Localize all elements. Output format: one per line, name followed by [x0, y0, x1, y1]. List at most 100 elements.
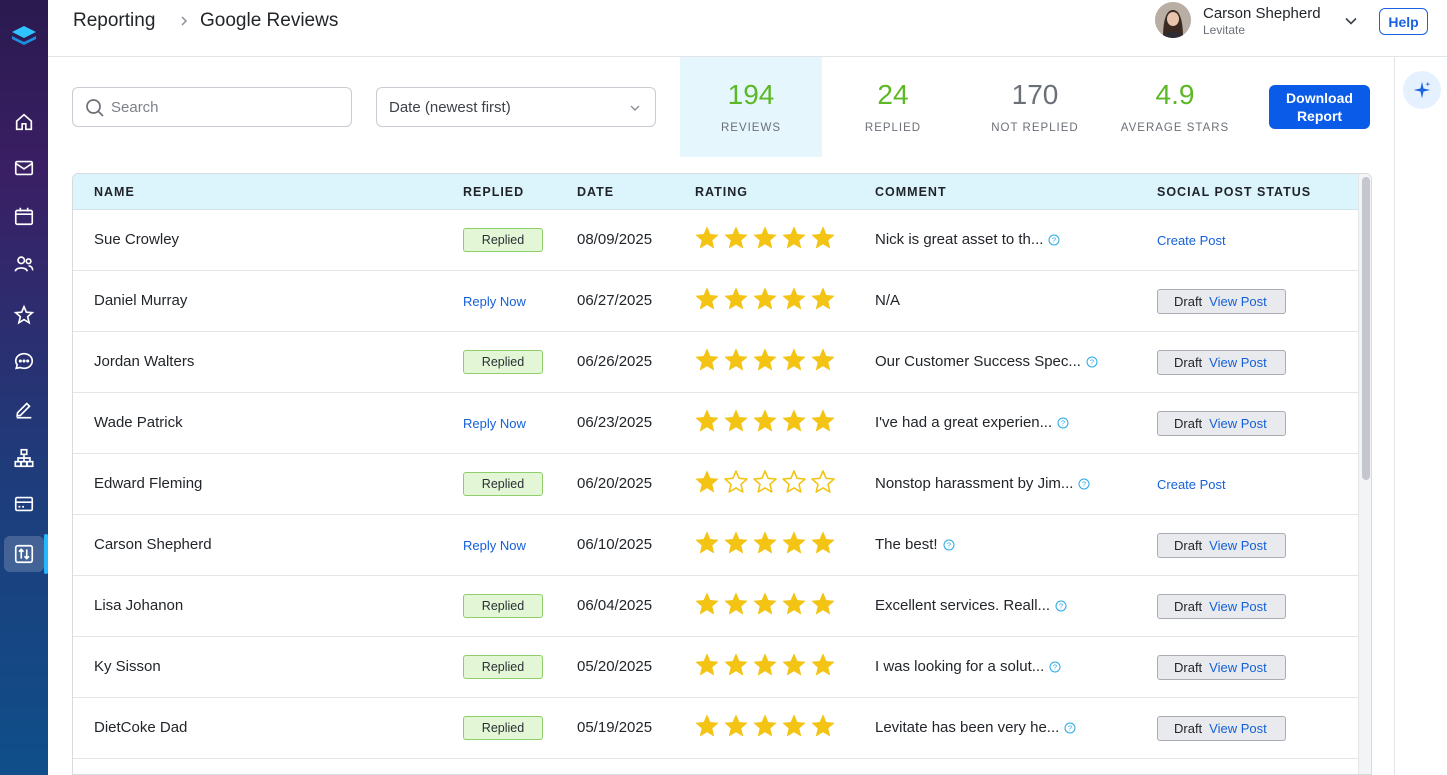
table-row[interactable]: Lisa Johanon Replied 06/04/2025 Excellent s… — [73, 576, 1358, 637]
breadcrumb-reporting[interactable]: Reporting — [73, 10, 155, 32]
avatar[interactable] — [1155, 2, 1191, 38]
reviewer-name: Jordan Walters — [94, 353, 195, 370]
star-empty-icon — [724, 470, 748, 493]
star-filled-icon — [724, 531, 748, 554]
sidebar-item-reviews[interactable] — [4, 297, 44, 333]
column-header-comment[interactable]: COMMENT — [875, 185, 947, 199]
star-filled-icon — [782, 714, 806, 737]
info-question-icon[interactable]: ? — [1064, 722, 1076, 734]
table-row[interactable]: Ky Sisson Replied 05/20/2025 I was looking … — [73, 637, 1358, 698]
reporting-icon — [14, 544, 34, 564]
info-question-icon[interactable]: ? — [1086, 356, 1098, 368]
reply-now-link[interactable]: Reply Now — [463, 416, 526, 431]
ai-assistant-button[interactable] — [1403, 71, 1441, 109]
comment-cell: Levitate has been very he...? — [875, 719, 1076, 736]
sidebar-item-reporting[interactable] — [4, 536, 44, 572]
search-input[interactable] — [111, 88, 341, 126]
info-question-icon[interactable]: ? — [1048, 234, 1060, 246]
sidebar-item-home[interactable] — [4, 104, 44, 140]
table-row[interactable]: Jordan Walters Replied 06/26/2025 Our Custo… — [73, 332, 1358, 393]
sidebar-item-mail[interactable] — [4, 150, 44, 186]
view-post-link[interactable]: View Post — [1209, 294, 1267, 309]
sidebar-item-compose[interactable] — [4, 391, 44, 427]
sort-select[interactable]: Date (newest first) — [376, 87, 656, 127]
reply-now-link[interactable]: Reply Now — [463, 538, 526, 553]
comment-cell: I was looking for a solut...? — [875, 658, 1061, 675]
sidebar-item-contacts[interactable] — [4, 246, 44, 282]
create-post-link[interactable]: Create Post — [1157, 233, 1226, 248]
info-question-icon[interactable]: ? — [1078, 478, 1090, 490]
scrollbar-thumb[interactable] — [1362, 177, 1370, 480]
svg-text:?: ? — [1059, 601, 1063, 610]
chevron-down-icon[interactable] — [1344, 14, 1358, 28]
sidebar — [0, 0, 48, 775]
sidebar-item-billing[interactable] — [4, 486, 44, 522]
star-filled-icon — [724, 348, 748, 371]
levitate-logo-icon[interactable] — [8, 20, 40, 52]
view-post-link[interactable]: View Post — [1209, 538, 1267, 553]
reply-now-link[interactable]: Reply Now — [463, 294, 526, 309]
table-row[interactable]: Sue Crowley Replied 08/09/2025 Nick is grea… — [73, 210, 1358, 271]
draft-status: Draft View Post — [1157, 350, 1286, 375]
column-header-name[interactable]: NAME — [94, 185, 135, 199]
svg-text:?: ? — [1053, 662, 1057, 671]
comment-text: N/A — [875, 292, 901, 309]
comment-text: Nick is great asset to th... — [875, 231, 1044, 248]
stat-label: REVIEWS — [720, 122, 782, 134]
view-post-link[interactable]: View Post — [1209, 599, 1267, 614]
sidebar-item-messages[interactable] — [4, 343, 44, 379]
table-row[interactable]: Carson Shepherd Reply Now 06/10/2025 The be… — [73, 515, 1358, 576]
star-filled-icon — [753, 348, 777, 371]
replied-badge: Replied — [463, 594, 543, 618]
table-row[interactable]: Daniel Murray Reply Now 06/27/2025 N/A Draft… — [73, 271, 1358, 332]
column-header-date[interactable]: DATE — [577, 185, 614, 199]
star-filled-icon — [753, 409, 777, 432]
stat-reviews[interactable]: 194 REVIEWS — [680, 57, 822, 157]
review-date: 05/20/2025 — [577, 658, 653, 675]
info-question-icon[interactable]: ? — [1057, 417, 1069, 429]
comment-cell: Nick is great asset to th...? — [875, 231, 1060, 248]
right-rail — [1394, 57, 1447, 775]
calendar-icon — [14, 207, 34, 226]
user-name[interactable]: Carson Shepherd — [1203, 5, 1321, 22]
star-rating — [694, 408, 839, 436]
star-filled-icon — [695, 409, 719, 432]
star-filled-icon — [753, 226, 777, 249]
column-header-rating[interactable]: RATING — [695, 185, 748, 199]
table-row[interactable]: Wade Patrick Reply Now 06/23/2025 I've had … — [73, 393, 1358, 454]
view-post-link[interactable]: View Post — [1209, 416, 1267, 431]
star-rating — [694, 591, 839, 619]
create-post-link[interactable]: Create Post — [1157, 477, 1226, 492]
table-row[interactable]: DietCoke Dad Replied 05/19/2025 Levitate ha… — [73, 698, 1358, 759]
table-scrollbar[interactable] — [1358, 174, 1371, 774]
view-post-link[interactable]: View Post — [1209, 355, 1267, 370]
star-rating — [694, 530, 839, 558]
table-row[interactable]: Edward Fleming Replied 06/20/2025 Nonstop h… — [73, 454, 1358, 515]
reviewer-name: DietCoke Dad — [94, 719, 188, 736]
stat-value: 170 — [1011, 79, 1059, 110]
stat-value: 4.9 — [1155, 79, 1195, 110]
user-org: Levitate — [1203, 23, 1246, 37]
comment-text: Excellent services. Reall... — [875, 597, 1051, 614]
column-header-replied[interactable]: REPLIED — [463, 185, 524, 199]
download-report-button[interactable]: Download Report — [1269, 85, 1370, 129]
star-rating — [694, 652, 839, 680]
sidebar-item-calendar[interactable] — [4, 198, 44, 234]
info-question-icon[interactable]: ? — [943, 539, 955, 551]
view-post-link[interactable]: View Post — [1209, 660, 1267, 675]
svg-text:?: ? — [1090, 357, 1094, 366]
sidebar-item-campaigns[interactable] — [4, 440, 44, 476]
search-box[interactable] — [72, 87, 352, 127]
comment-text: Our Customer Success Spec... — [875, 353, 1081, 370]
stat-replied[interactable]: 24 REPLIED — [822, 57, 964, 157]
view-post-link[interactable]: View Post — [1209, 721, 1267, 736]
comment-cell: The best!? — [875, 536, 955, 553]
star-filled-icon — [811, 714, 835, 737]
help-button[interactable]: Help — [1379, 8, 1428, 35]
stat-value: 194 — [727, 79, 775, 110]
stat-not-replied[interactable]: 170 NOT REPLIED — [964, 57, 1106, 157]
info-question-icon[interactable]: ? — [1049, 661, 1061, 673]
edit-icon — [16, 402, 32, 419]
column-header-social-post-status[interactable]: SOCIAL POST STATUS — [1157, 185, 1311, 199]
info-question-icon[interactable]: ? — [1055, 600, 1067, 612]
